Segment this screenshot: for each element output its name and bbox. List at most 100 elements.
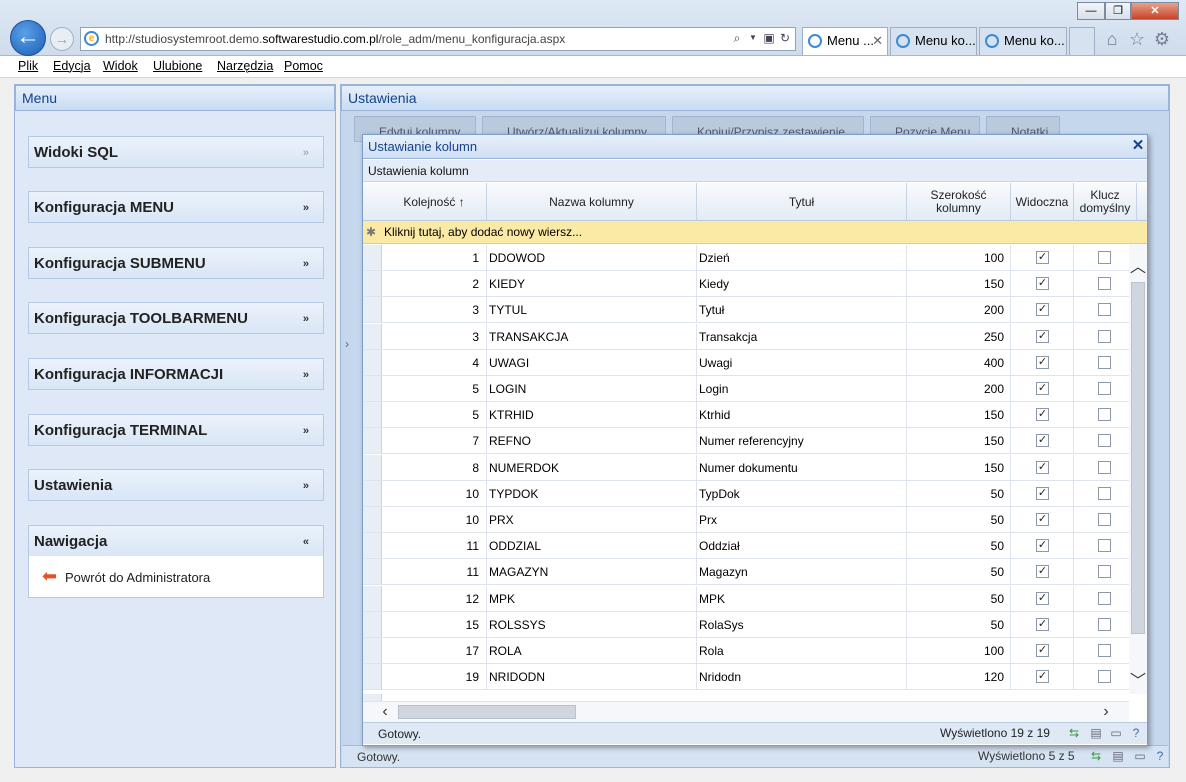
section-konfiguracja-menu[interactable]: Konfiguracja MENU » bbox=[28, 191, 324, 223]
header-order[interactable]: Kolejność ↑ bbox=[382, 183, 487, 221]
cell-order[interactable]: 3 bbox=[382, 297, 487, 323]
cell-title[interactable]: Numer referencyjny bbox=[697, 428, 907, 454]
cell-width[interactable]: 200 bbox=[907, 376, 1011, 401]
cell-title[interactable]: Kiedy bbox=[697, 271, 907, 297]
row-selector[interactable] bbox=[363, 638, 382, 663]
visible-checkbox[interactable]: ✓ bbox=[1036, 355, 1049, 369]
dialog-close-button[interactable]: ✕ bbox=[1130, 136, 1146, 156]
row-selector[interactable] bbox=[363, 402, 382, 428]
cell-width[interactable]: 50 bbox=[907, 480, 1011, 506]
cell-width[interactable]: 50 bbox=[907, 507, 1011, 532]
table-row[interactable]: 4 UWAGI Uwagi 400 ✓ bbox=[363, 349, 1137, 376]
row-selector[interactable] bbox=[363, 559, 382, 585]
cell-width[interactable]: 150 bbox=[907, 402, 1011, 428]
cell-name[interactable]: KIEDY bbox=[487, 271, 697, 297]
header-name[interactable]: Nazwa kolumny bbox=[487, 183, 697, 221]
visible-checkbox[interactable]: ✓ bbox=[1036, 251, 1049, 264]
table-row[interactable]: 1 DDOWOD Dzień 100 ✓ bbox=[363, 245, 1137, 271]
key-checkbox[interactable] bbox=[1098, 277, 1111, 291]
cell-width[interactable]: 250 bbox=[907, 323, 1011, 349]
visible-checkbox[interactable]: ✓ bbox=[1036, 460, 1049, 474]
section-konfiguracja-toolbarmenu[interactable]: Konfiguracja TOOLBARMENU » bbox=[28, 302, 324, 334]
visible-checkbox[interactable]: ✓ bbox=[1036, 408, 1049, 422]
menu-widok[interactable]: Widok bbox=[103, 59, 138, 73]
print-icon[interactable]: ▭ bbox=[1132, 749, 1148, 763]
visible-checkbox[interactable]: ✓ bbox=[1036, 277, 1049, 291]
cell-order[interactable]: 10 bbox=[382, 480, 487, 506]
key-checkbox[interactable] bbox=[1098, 303, 1111, 317]
cell-width[interactable]: 100 bbox=[907, 638, 1011, 663]
cell-order[interactable]: 1 bbox=[382, 245, 487, 270]
section-nawigacja[interactable]: Nawigacja « bbox=[28, 525, 324, 557]
menu-ulubione[interactable]: Ulubione bbox=[153, 59, 202, 73]
cell-order[interactable]: 5 bbox=[382, 376, 487, 401]
cell-name[interactable]: DDOWOD bbox=[487, 245, 697, 270]
cell-name[interactable]: REFNO bbox=[487, 428, 697, 454]
back-arrow-icon[interactable]: ⬅ bbox=[42, 567, 62, 585]
visible-checkbox[interactable]: ✓ bbox=[1036, 486, 1049, 500]
cell-order[interactable]: 10 bbox=[382, 507, 487, 532]
tab-1[interactable]: Menu ... ✕ bbox=[802, 27, 888, 55]
table-row[interactable]: 10 PRX Prx 50 ✓ bbox=[363, 507, 1137, 533]
favorites-star-icon[interactable]: ☆ bbox=[1127, 29, 1147, 49]
row-selector[interactable] bbox=[363, 480, 382, 506]
cell-order[interactable]: 17 bbox=[382, 638, 487, 663]
cell-name[interactable]: LOGIN bbox=[487, 376, 697, 401]
key-checkbox[interactable] bbox=[1098, 617, 1111, 631]
header-visible[interactable]: Widoczna bbox=[1011, 183, 1074, 221]
address-bar[interactable]: http://studiosystemroot.demo.softwarestu… bbox=[80, 27, 796, 51]
compat-view-icon[interactable]: ▣ bbox=[762, 31, 776, 45]
tab-3[interactable]: Menu ko... bbox=[979, 27, 1067, 55]
cell-title[interactable]: Magazyn bbox=[697, 559, 907, 585]
search-icon[interactable]: ⌕ bbox=[730, 31, 744, 45]
cell-title[interactable]: Ktrhid bbox=[697, 402, 907, 428]
table-row[interactable]: 12 MPK MPK 50 ✓ bbox=[363, 585, 1137, 612]
minimize-button[interactable]: — bbox=[1077, 2, 1105, 20]
section-ustawienia[interactable]: Ustawienia » bbox=[28, 469, 324, 501]
cell-name[interactable]: MPK bbox=[487, 585, 697, 611]
row-selector[interactable] bbox=[363, 454, 382, 480]
key-checkbox[interactable] bbox=[1098, 539, 1111, 553]
help-icon[interactable]: ? bbox=[1128, 726, 1144, 740]
tab-2[interactable]: Menu ko... bbox=[890, 27, 977, 55]
cell-width[interactable]: 200 bbox=[907, 297, 1011, 323]
cell-title[interactable]: Numer dokumentu bbox=[697, 454, 907, 480]
cell-title[interactable]: MPK bbox=[697, 585, 907, 611]
key-checkbox[interactable] bbox=[1098, 644, 1111, 657]
key-checkbox[interactable] bbox=[1098, 486, 1111, 500]
dropdown-icon[interactable]: ▼ bbox=[746, 31, 760, 45]
menu-edycja[interactable]: Edycja bbox=[53, 59, 91, 73]
header-title[interactable]: Tytuł bbox=[697, 183, 907, 221]
cell-name[interactable]: TYPDOK bbox=[487, 480, 697, 506]
cell-name[interactable]: TRANSAKCJA bbox=[487, 323, 697, 349]
cell-title[interactable]: Transakcja bbox=[697, 323, 907, 349]
cell-order[interactable]: 2 bbox=[382, 271, 487, 297]
key-checkbox[interactable] bbox=[1098, 329, 1111, 343]
key-checkbox[interactable] bbox=[1098, 565, 1111, 579]
section-konfiguracja-informacji[interactable]: Konfiguracja INFORMACJI » bbox=[28, 358, 324, 390]
forward-button[interactable]: → bbox=[50, 27, 74, 51]
section-konfiguracja-terminal[interactable]: Konfiguracja TERMINAL » bbox=[28, 414, 324, 446]
key-checkbox[interactable] bbox=[1098, 251, 1111, 264]
table-row[interactable]: 3 TRANSAKCJA Transakcja 250 ✓ bbox=[363, 323, 1137, 350]
refresh-icon[interactable]: ↻ bbox=[778, 31, 792, 45]
row-selector[interactable] bbox=[363, 297, 382, 323]
add-new-row[interactable]: ✱ Kliknij tutaj, aby dodać nowy wiersz... bbox=[363, 221, 1147, 244]
scroll-right-icon[interactable]: › bbox=[1098, 704, 1114, 720]
table-row[interactable]: 11 MAGAZYN Magazyn 50 ✓ bbox=[363, 559, 1137, 586]
menu-plik[interactable]: Plik bbox=[18, 59, 38, 73]
cell-title[interactable]: Dzień bbox=[697, 245, 907, 270]
cell-name[interactable]: ROLA bbox=[487, 638, 697, 663]
cell-title[interactable]: Rola bbox=[697, 638, 907, 663]
table-row[interactable]: 8 NUMERDOK Numer dokumentu 150 ✓ bbox=[363, 454, 1137, 481]
key-checkbox[interactable] bbox=[1098, 670, 1111, 684]
cell-order[interactable]: 7 bbox=[382, 428, 487, 454]
row-selector[interactable] bbox=[363, 271, 382, 297]
export-icon[interactable]: ▤ bbox=[1088, 726, 1104, 740]
cell-width[interactable]: 100 bbox=[907, 245, 1011, 270]
cell-name[interactable]: MAGAZYN bbox=[487, 559, 697, 585]
cell-title[interactable]: Login bbox=[697, 376, 907, 401]
table-row[interactable]: 7 REFNO Numer referencyjny 150 ✓ bbox=[363, 428, 1137, 455]
cell-title[interactable]: Tytuł bbox=[697, 297, 907, 323]
menu-narzedzia[interactable]: Narzędzia bbox=[217, 59, 273, 73]
